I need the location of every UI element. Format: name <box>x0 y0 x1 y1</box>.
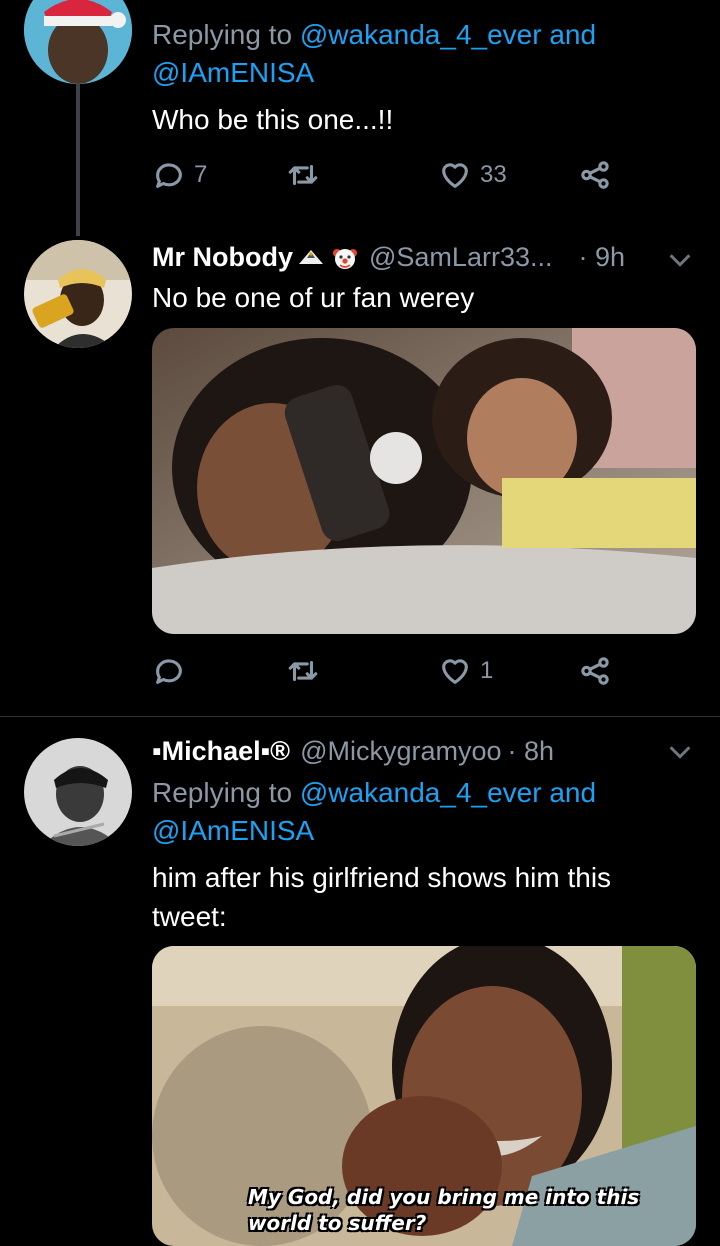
like-count: 1 <box>480 657 494 684</box>
and-connector: and <box>541 777 597 808</box>
tweet-text-1: Who be this one...!! <box>152 104 394 135</box>
retweet-button[interactable] <box>286 654 320 688</box>
action-bar-2: 1 <box>152 654 622 694</box>
avatar-tweet-2[interactable] <box>24 240 132 348</box>
tweet-divider <box>0 716 720 717</box>
reply-icon <box>156 659 182 684</box>
heart-icon <box>442 163 468 188</box>
action-bar-1: 7 33 <box>152 158 622 198</box>
like-button[interactable]: 1 <box>438 654 493 688</box>
tweet-text-3: him after his girlfriend shows him this … <box>152 862 612 932</box>
replying-to-label: Replying to <box>152 777 300 808</box>
mention-link[interactable]: @IAmENISA <box>152 57 314 88</box>
tweet-media-image[interactable]: My God, did you bring me into this world… <box>152 946 696 1246</box>
share-button[interactable] <box>578 654 612 688</box>
chevron-down-icon <box>669 254 691 267</box>
tweet-media-image[interactable] <box>152 328 696 634</box>
timestamp[interactable]: · 8h <box>508 736 555 767</box>
tweet-menu-button[interactable] <box>666 246 694 274</box>
share-icon <box>581 161 609 189</box>
media-caption: My God, did you bring me into this world… <box>248 1185 640 1235</box>
heart-icon <box>442 659 468 684</box>
reply-button[interactable] <box>152 654 186 688</box>
mention-link[interactable]: @IAmENISA <box>152 815 314 846</box>
reply-context-1: Replying to @wakanda_4_ever and @IAmENIS… <box>152 16 692 92</box>
avatar-tweet-3[interactable] <box>24 738 132 846</box>
share-button[interactable] <box>578 158 612 192</box>
handle[interactable]: @SamLarr33... <box>369 242 552 273</box>
retweet-icon <box>288 660 318 682</box>
and-connector: and <box>541 19 597 50</box>
eagle-emoji-icon <box>299 249 323 264</box>
chevron-down-icon <box>669 746 691 759</box>
reply-icon <box>156 163 182 188</box>
retweet-button[interactable] <box>286 158 320 192</box>
reply-count: 7 <box>194 161 208 188</box>
thread-connector <box>76 82 80 236</box>
handle[interactable]: @Mickygramyoo <box>300 736 501 767</box>
reply-context-3: Replying to @wakanda_4_ever and @IAmENIS… <box>152 774 692 850</box>
avatar-tweet-1[interactable] <box>24 0 132 84</box>
display-name[interactable]: ▪Michael▪® <box>152 736 290 767</box>
mention-link[interactable]: @wakanda_4_ever <box>300 777 542 808</box>
like-count: 33 <box>480 161 507 188</box>
clown-face-emoji-icon <box>333 248 357 269</box>
like-button[interactable]: 33 <box>438 158 507 192</box>
tweet-text-2: No be one of ur fan werey <box>152 282 475 313</box>
tweet-header-2: Mr Nobody @SamLarr33... · 9h <box>152 242 625 273</box>
tweet-header-3: ▪Michael▪® @Mickygramyoo · 8h <box>152 736 554 767</box>
mention-link[interactable]: @wakanda_4_ever <box>300 19 542 50</box>
retweet-icon <box>288 164 318 186</box>
timestamp[interactable]: · 9h <box>578 242 625 273</box>
tweet-menu-button[interactable] <box>666 738 694 766</box>
replying-to-label: Replying to <box>152 19 300 50</box>
reply-button[interactable]: 7 <box>152 158 207 192</box>
share-icon <box>581 657 609 685</box>
display-name[interactable]: Mr Nobody <box>152 242 293 273</box>
